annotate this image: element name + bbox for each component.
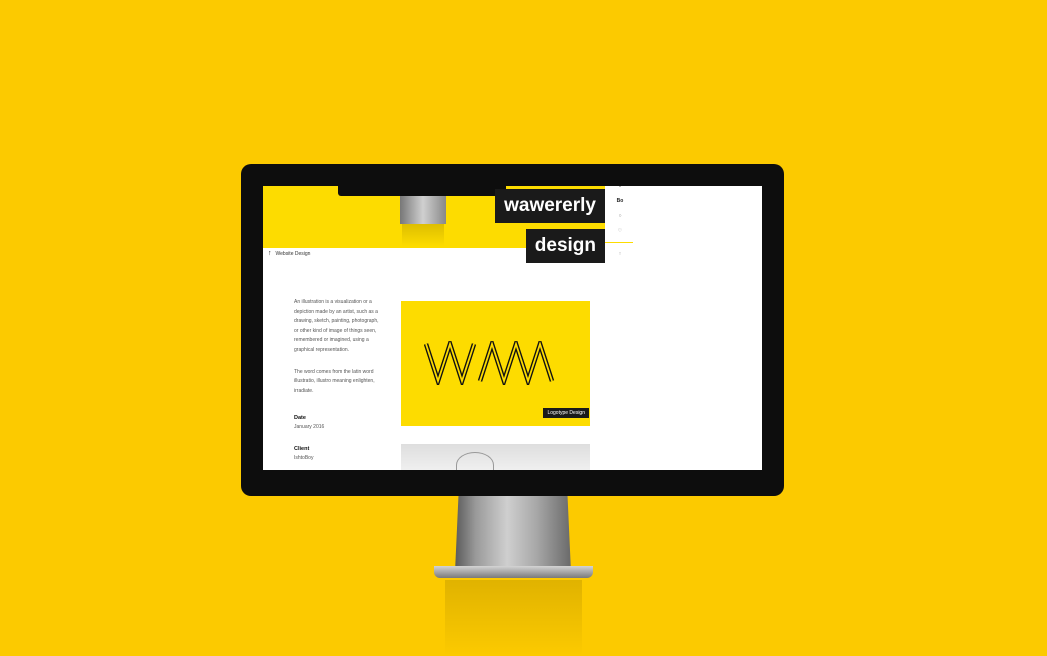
work-card[interactable]: Logotype Design [401,301,590,426]
hero-stand-reflection [402,224,444,246]
back-link[interactable]: ↑ Website Design [268,250,310,257]
description-paragraph: An illustration is a visualization or a … [294,299,379,353]
client-value: IshtoBoy [294,455,314,461]
hero-monitor-edge [338,186,506,196]
title-line-2: design [525,229,605,263]
hero-monitor-stand [400,196,446,224]
back-link-label: Website Design [275,250,311,257]
description-paragraph: The word comes from the latin word illus… [294,368,375,394]
date-value: January 2016 [294,424,325,430]
work-tag[interactable]: Logotype Design [543,408,589,418]
side-rail-label[interactable]: Bo [615,198,625,204]
sketch-image [456,452,494,470]
monitor-stand-base [434,566,593,578]
up-arrow-icon[interactable]: ↑ [615,251,625,257]
heart-icon[interactable]: ♡ [615,228,625,234]
date-label: Date [294,415,306,421]
title-line-1: wawererly [495,189,605,223]
website-screen: wawererly design • Bo ○ ♡ ↑ ↑ Website De… [263,186,762,470]
dot-icon[interactable]: • [615,186,625,190]
work-card[interactable] [401,444,590,470]
up-arrow-icon: ↑ [268,250,272,257]
project-description: An illustration is a visualization or a … [294,298,380,408]
client-label: Client [294,446,310,452]
wm-logo [424,341,555,385]
stand-reflection [445,580,582,656]
plus-icon[interactable]: ○ [615,213,625,219]
hero-divider [605,242,633,243]
monitor-stand [455,496,571,572]
